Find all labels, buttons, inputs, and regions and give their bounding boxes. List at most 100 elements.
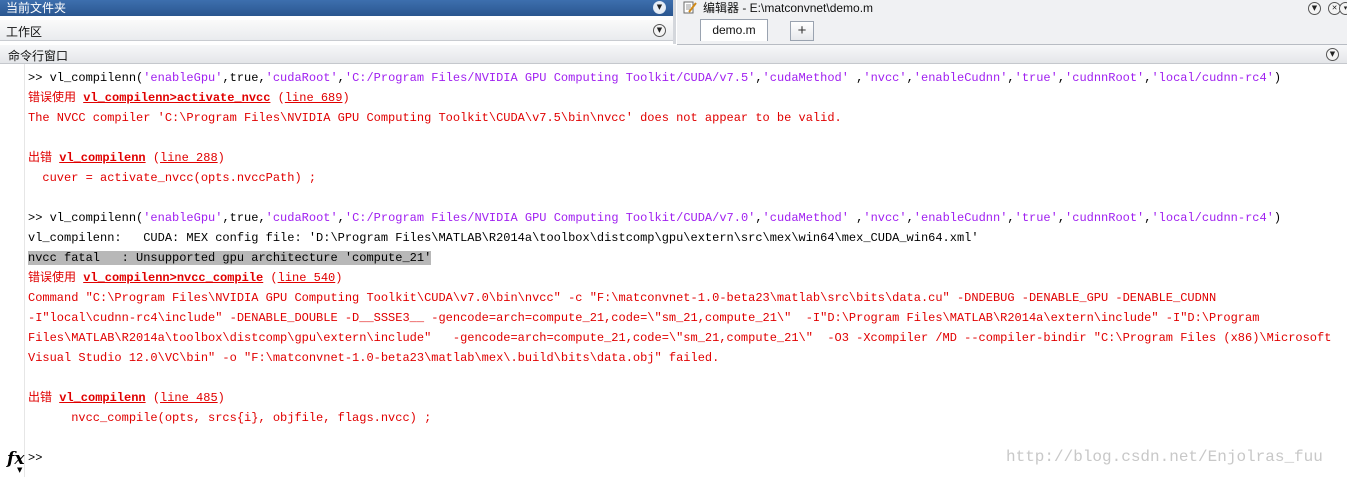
- console-line: >> vl_compilenn('enableGpu',true,'cudaRo…: [28, 208, 1281, 228]
- string-literal: 'C:/Program Files/NVIDIA GPU Computing T…: [344, 71, 756, 85]
- string-literal: 'nvcc': [863, 71, 907, 85]
- console-line: 错误使用 vl_compilenn>activate_nvcc (line 68…: [28, 88, 350, 108]
- console-text: >> vl_compilenn(: [28, 211, 144, 225]
- console-line: 错误使用 vl_compilenn>nvcc_compile (line 540…: [28, 268, 342, 288]
- error-text: Visual Studio 12.0\VC\bin" -o "F:\matcon…: [28, 351, 720, 365]
- watermark: http://blog.csdn.net/Enjolras_fuu: [1006, 448, 1323, 466]
- string-literal: 'enableGpu': [143, 71, 223, 85]
- console-text: ,: [755, 211, 763, 225]
- console-line: Command "C:\Program Files\NVIDIA GPU Com…: [28, 288, 1216, 308]
- panel-splitter[interactable]: [673, 0, 676, 44]
- console-line: >> vl_compilenn('enableGpu',true,'cudaRo…: [28, 68, 1281, 88]
- editor-extra-icon[interactable]: ▾: [1339, 2, 1347, 15]
- error-text: ): [335, 271, 343, 285]
- console-text: ,: [337, 211, 345, 225]
- console-line: cuver = activate_nvcc(opts.nvccPath) ;: [28, 168, 316, 188]
- error-function-link[interactable]: vl_compilenn: [59, 391, 145, 405]
- editor-tab-strip: demo.m +: [677, 16, 1347, 45]
- edit-pencil-icon: [683, 1, 697, 14]
- workspace-header[interactable]: 工作区 ▼: [0, 20, 673, 41]
- workspace-menu-icon[interactable]: ▼: [653, 24, 666, 37]
- editor-header[interactable]: 编辑器 - E:\matconvnet\demo.m ▼ ✕ ▾: [677, 0, 1347, 16]
- current-folder-title: 当前文件夹: [6, 1, 67, 15]
- console-text: ,true,: [222, 211, 266, 225]
- string-literal: 'nvcc': [863, 211, 907, 225]
- console-line: -I"local\cudnn-rc4\include" -DENABLE_DOU…: [28, 308, 1259, 328]
- console-text: ,: [1057, 211, 1066, 225]
- error-text: ): [217, 151, 225, 165]
- console-text: ,: [1007, 71, 1015, 85]
- console-text: ,: [1057, 71, 1066, 85]
- add-tab-button[interactable]: +: [790, 21, 814, 41]
- string-literal: 'true': [1014, 71, 1058, 85]
- console-text: >> vl_compilenn(: [28, 71, 144, 85]
- console-text: ,: [848, 71, 864, 85]
- tab-demo-m[interactable]: demo.m: [700, 19, 768, 41]
- function-browser-caret-icon[interactable]: ▼: [17, 466, 22, 474]
- error-text: Command "C:\Program Files\NVIDIA GPU Com…: [28, 291, 1217, 305]
- error-text: ): [217, 391, 225, 405]
- error-line-link[interactable]: line 288: [160, 151, 218, 165]
- command-window-title: 命令行窗口: [8, 49, 69, 63]
- string-literal: 'cudnnRoot': [1065, 211, 1145, 225]
- error-text: (: [263, 271, 278, 285]
- console-line: 出错 vl_compilenn (line 485): [28, 388, 225, 408]
- console-text: ): [1273, 211, 1282, 225]
- error-line-link[interactable]: line 485: [160, 391, 218, 405]
- error-text: 错误使用: [28, 91, 84, 105]
- editor-title: 编辑器 - E:\matconvnet\demo.m: [703, 1, 874, 15]
- console-gutter: [24, 64, 25, 477]
- command-window-header[interactable]: 命令行窗口 ▼: [0, 45, 1347, 64]
- console-text: vl_compilenn: CUDA: MEX config file: 'D:…: [28, 231, 979, 245]
- string-literal: 'local/cudnn-rc4': [1151, 71, 1274, 85]
- string-literal: 'cudaMethod': [762, 211, 849, 225]
- string-literal: 'enableCudnn': [913, 71, 1008, 85]
- console-text: ,: [1007, 211, 1015, 225]
- workspace-title: 工作区: [6, 25, 43, 39]
- error-text: (: [145, 151, 161, 165]
- console-text: ,: [848, 211, 864, 225]
- error-text: -I"local\cudnn-rc4\include" -DENABLE_DOU…: [28, 311, 1260, 325]
- error-text: nvcc_compile(opts, srcs{i}, objfile, fla…: [28, 411, 432, 425]
- string-literal: 'enableGpu': [143, 211, 223, 225]
- console-line: 出错 vl_compilenn (line 288): [28, 148, 225, 168]
- console-text: ,: [755, 71, 763, 85]
- console-text: ,: [337, 71, 345, 85]
- console-line: Files\MATLAB\R2014a\toolbox\distcomp\gpu…: [28, 328, 1331, 348]
- error-text: (: [145, 391, 161, 405]
- error-text: (: [270, 91, 285, 105]
- console-line: vl_compilenn: CUDA: MEX config file: 'D:…: [28, 228, 979, 248]
- command-prompt[interactable]: >>: [28, 448, 42, 468]
- error-line-link[interactable]: line 540: [278, 271, 336, 285]
- error-function-link[interactable]: vl_compilenn>nvcc_compile: [83, 271, 263, 285]
- string-literal: 'cudaMethod': [762, 71, 849, 85]
- string-literal: 'cudaRoot': [265, 211, 338, 225]
- command-window-console[interactable]: >> vl_compilenn('enableGpu',true,'cudaRo…: [0, 64, 1347, 477]
- command-window-menu-icon[interactable]: ▼: [1326, 48, 1339, 61]
- string-literal: 'local/cudnn-rc4': [1151, 211, 1274, 225]
- console-text: ,true,: [222, 71, 266, 85]
- string-literal: 'C:/Program Files/NVIDIA GPU Computing T…: [344, 211, 756, 225]
- error-text: 出错: [28, 151, 60, 165]
- error-text: ): [342, 91, 350, 105]
- console-text: ,: [906, 71, 914, 85]
- string-literal: 'cudnnRoot': [1065, 71, 1145, 85]
- error-function-link[interactable]: vl_compilenn>activate_nvcc: [83, 91, 270, 105]
- console-line: The NVCC compiler 'C:\Program Files\NVID…: [28, 108, 842, 128]
- error-text: 出错: [28, 391, 60, 405]
- current-folder-header[interactable]: 当前文件夹 ▼: [0, 0, 673, 16]
- console-line: Visual Studio 12.0\VC\bin" -o "F:\matcon…: [28, 348, 719, 368]
- error-text: The NVCC compiler 'C:\Program Files\NVID…: [28, 111, 842, 125]
- console-line: nvcc_compile(opts, srcs{i}, objfile, fla…: [28, 408, 431, 428]
- current-folder-menu-icon[interactable]: ▼: [653, 1, 666, 14]
- error-line-link[interactable]: line 689: [285, 91, 343, 105]
- string-literal: 'cudaRoot': [265, 71, 338, 85]
- console-text: ,: [906, 211, 914, 225]
- error-text: 错误使用: [28, 271, 84, 285]
- error-function-link[interactable]: vl_compilenn: [59, 151, 145, 165]
- console-line: nvcc fatal : Unsupported gpu architectur…: [28, 248, 432, 268]
- error-text: cuver = activate_nvcc(opts.nvccPath) ;: [28, 171, 317, 185]
- string-literal: 'enableCudnn': [913, 211, 1008, 225]
- editor-menu-icon[interactable]: ▼: [1308, 2, 1321, 15]
- string-literal: 'true': [1014, 211, 1058, 225]
